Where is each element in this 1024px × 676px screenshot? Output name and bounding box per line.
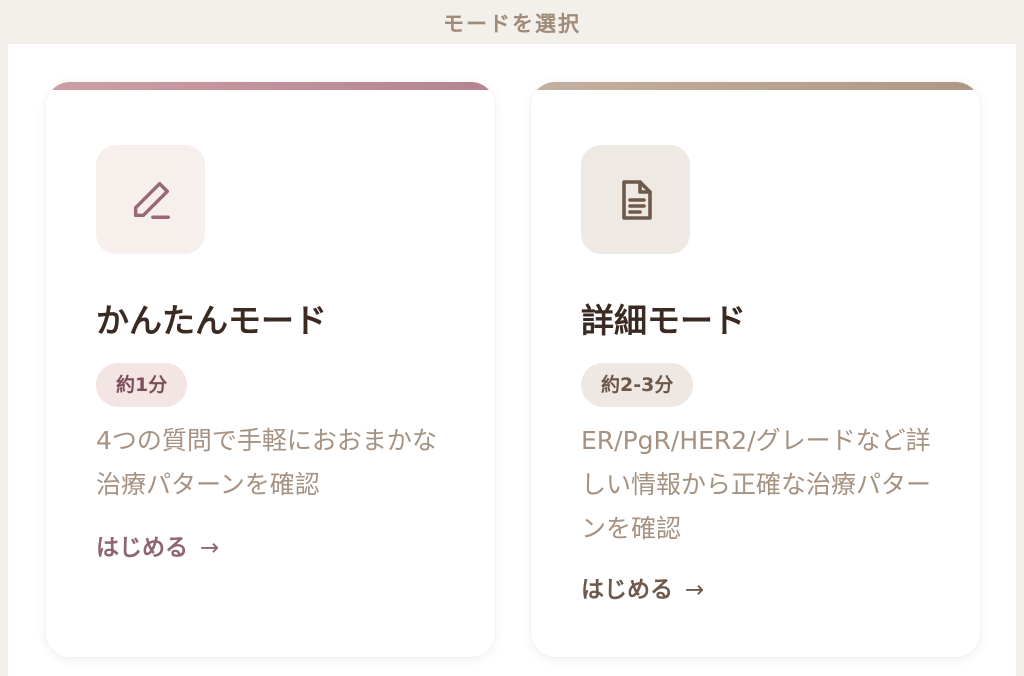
start-button-label: はじめる xyxy=(96,535,188,561)
start-button-detailed[interactable]: はじめる → xyxy=(581,577,704,605)
mode-card-easy[interactable]: かんたんモード 約1分 4つの質問で手軽におおまかな治療パターンを確認 はじめる… xyxy=(46,82,495,657)
duration-badge: 約2-3分 xyxy=(581,363,694,407)
page-title: モードを選択 xyxy=(443,12,581,36)
pencil-icon xyxy=(96,145,205,254)
header: モードを選択 xyxy=(0,0,1024,44)
mode-card-detailed[interactable]: 詳細モード 約2-3分 ER/PgR/HER2/グレードなど詳しい情報から正確な… xyxy=(531,82,980,657)
start-button-easy[interactable]: はじめる → xyxy=(96,535,219,563)
card-description: ER/PgR/HER2/グレードなど詳しい情報から正確な治療パターンを確認 xyxy=(581,426,932,543)
document-icon xyxy=(581,145,690,254)
arrow-right-icon: → xyxy=(685,577,705,603)
card-accent-bar xyxy=(531,82,980,90)
arrow-right-icon: → xyxy=(200,535,220,561)
duration-badge: 約1分 xyxy=(96,363,188,407)
card-accent-bar xyxy=(46,82,495,90)
start-button-label: はじめる xyxy=(581,577,673,603)
card-title: 詳細モード xyxy=(581,301,746,340)
card-title: かんたんモード xyxy=(96,301,327,340)
card-description: 4つの質問で手軽におおまかな治療パターンを確認 xyxy=(96,426,437,499)
